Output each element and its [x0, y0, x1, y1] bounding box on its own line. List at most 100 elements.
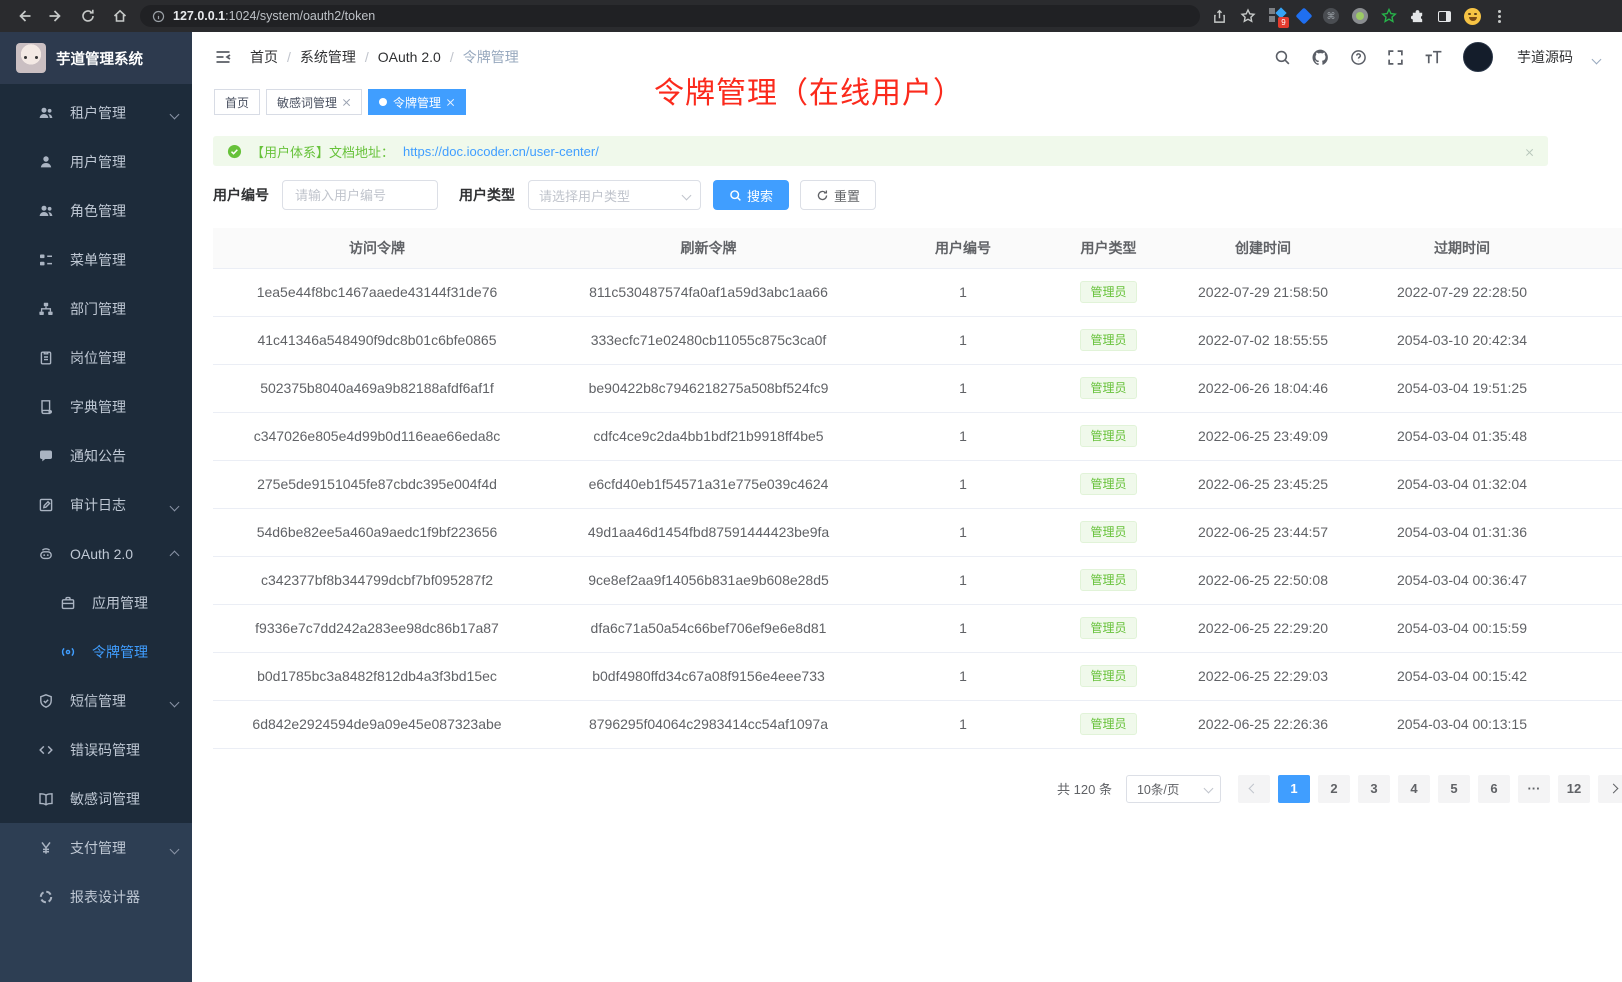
tab-home[interactable]: 首页	[214, 89, 260, 115]
extension-gem-icon[interactable]	[1296, 8, 1313, 25]
next-page-button[interactable]	[1598, 775, 1622, 803]
chevron-down-icon	[171, 693, 178, 709]
tab-sensitive-word[interactable]: 敏感词管理	[266, 89, 362, 115]
sidebar-item-token-mgmt[interactable]: 令牌管理	[0, 627, 192, 676]
extension-record-icon[interactable]	[1352, 8, 1368, 24]
user-avatar[interactable]	[1463, 42, 1493, 72]
page-more-button[interactable]: ···	[1518, 775, 1550, 803]
col-created: 创建时间	[1167, 228, 1359, 268]
chevron-down-icon	[171, 105, 178, 121]
reload-icon[interactable]	[80, 8, 96, 24]
prev-page-button[interactable]	[1238, 775, 1270, 803]
page-button-12[interactable]: 12	[1558, 775, 1590, 803]
sidebar-item-menu-mgmt[interactable]: 菜单管理	[0, 235, 192, 284]
sidebar-item-notice[interactable]: 通知公告	[0, 431, 192, 480]
sidebar-item-label: 字典管理	[70, 397, 126, 417]
sidebar-item-user[interactable]: 用户管理	[0, 137, 192, 186]
site-info-icon[interactable]	[152, 10, 165, 23]
cell-refresh-token: 9ce8ef2aa9f14056b831ae9b608e28d5	[541, 556, 876, 604]
sidebar-item-label: 用户管理	[70, 152, 126, 172]
fullscreen-icon[interactable]	[1387, 49, 1404, 66]
table-row: 502375b8040a469a9b82188afdf6af1f be90422…	[213, 364, 1622, 412]
extension-grid-icon[interactable]: 9	[1269, 8, 1285, 24]
collapse-sidebar-icon[interactable]	[214, 48, 232, 66]
extension-star-icon[interactable]	[1381, 8, 1397, 24]
font-size-icon[interactable]	[1424, 49, 1443, 66]
sidebar-item-label: 角色管理	[70, 201, 126, 221]
tree-list-icon	[38, 252, 54, 268]
sidebar-item-dict[interactable]: 字典管理	[0, 382, 192, 431]
sidebar: 芋道管理系统 租户管理 用户管理 角色管理 菜单管理 部门管理	[0, 32, 192, 982]
share-icon[interactable]	[1212, 9, 1227, 24]
user-type-tag: 管理员	[1080, 281, 1136, 303]
app-logo[interactable]: 芋道管理系统	[0, 32, 192, 84]
chat-bubble-icon	[38, 448, 54, 464]
breadcrumb-home[interactable]: 首页	[250, 47, 278, 67]
sidebar-item-label: 应用管理	[92, 593, 148, 613]
tab-token-mgmt[interactable]: 令牌管理	[368, 89, 466, 115]
cell-created: 2022-06-25 23:44:57	[1167, 508, 1359, 556]
sidebar-item-audit-log[interactable]: 审计日志	[0, 480, 192, 529]
app-title: 芋道管理系统	[56, 48, 143, 69]
chevron-down-icon	[171, 840, 178, 856]
github-icon[interactable]	[1311, 48, 1330, 67]
browser-profile-avatar[interactable]	[1464, 8, 1481, 25]
extension-command-icon[interactable]: ⌘	[1323, 8, 1339, 24]
user-caret-icon[interactable]	[1593, 50, 1600, 68]
search-button[interactable]: 搜索	[713, 180, 789, 210]
sidebar-item-report-designer[interactable]: 报表设计器	[0, 872, 192, 921]
yen-icon	[38, 840, 54, 856]
browser-nav	[10, 8, 128, 24]
sidebar-item-dept[interactable]: 部门管理	[0, 284, 192, 333]
user-name[interactable]: 芋道源码	[1517, 47, 1573, 67]
help-icon[interactable]	[1350, 49, 1367, 66]
cell-refresh-token: b0df4980ffd34c67a08f9156e4eee733	[541, 652, 876, 700]
doc-link[interactable]: https://doc.iocoder.cn/user-center/	[403, 144, 599, 159]
breadcrumb-system[interactable]: 系统管理	[300, 47, 356, 67]
sidebar-item-sensitive-word[interactable]: 敏感词管理	[0, 774, 192, 823]
page-button-6[interactable]: 6	[1478, 775, 1510, 803]
cell-user-id: 1	[876, 412, 1050, 460]
open-book-icon	[38, 791, 54, 807]
chevron-up-icon	[171, 546, 178, 562]
user-id-input[interactable]	[282, 180, 438, 210]
sidebar-item-role[interactable]: 角色管理	[0, 186, 192, 235]
forward-icon[interactable]	[48, 8, 64, 24]
cell-created: 2022-06-26 18:04:46	[1167, 364, 1359, 412]
reset-button[interactable]: 重置	[800, 180, 876, 210]
cell-expires: 2054-03-04 19:51:25	[1359, 364, 1565, 412]
extensions-puzzle-icon[interactable]	[1410, 9, 1425, 24]
sidebar-item-post[interactable]: 岗位管理	[0, 333, 192, 382]
breadcrumb-oauth[interactable]: OAuth 2.0	[378, 49, 441, 65]
col-expires: 过期时间	[1359, 228, 1565, 268]
bookmark-star-icon[interactable]	[1240, 8, 1256, 24]
search-icon[interactable]	[1274, 49, 1291, 66]
alert-close-icon[interactable]	[1526, 144, 1534, 159]
sidebar-item-oauth2[interactable]: OAuth 2.0	[0, 529, 192, 578]
page-button-5[interactable]: 5	[1438, 775, 1470, 803]
cell-expires: 2054-03-04 01:31:36	[1359, 508, 1565, 556]
main-area: 令牌管理（在线用户） 首页 / 系统管理 / OAuth 2.0 / 令牌管理 …	[192, 32, 1622, 982]
col-actions: 操作	[1565, 228, 1622, 268]
back-icon[interactable]	[16, 8, 32, 24]
cell-created: 2022-07-02 18:55:55	[1167, 316, 1359, 364]
page-button-1[interactable]: 1	[1278, 775, 1310, 803]
user-type-select[interactable]: 请选择用户类型	[528, 180, 701, 210]
sidebar-item-tenant[interactable]: 租户管理	[0, 88, 192, 137]
close-icon[interactable]	[447, 98, 455, 106]
page-button-3[interactable]: 3	[1358, 775, 1390, 803]
sidebar-item-payment[interactable]: 支付管理	[0, 823, 192, 872]
sidebar-item-error-code[interactable]: 错误码管理	[0, 725, 192, 774]
close-icon[interactable]	[343, 98, 351, 106]
page-button-2[interactable]: 2	[1318, 775, 1350, 803]
sidebar-item-app-mgmt[interactable]: 应用管理	[0, 578, 192, 627]
url-bar[interactable]: 127.0.0.1:1024/system/oauth2/token	[140, 5, 1200, 27]
home-icon[interactable]	[112, 8, 128, 24]
page-button-4[interactable]: 4	[1398, 775, 1430, 803]
side-panel-icon[interactable]	[1438, 11, 1451, 22]
sidebar-item-sms[interactable]: 短信管理	[0, 676, 192, 725]
browser-menu-icon[interactable]	[1498, 15, 1501, 18]
page-size-select[interactable]: 10条/页	[1126, 775, 1221, 803]
cell-expires: 2054-03-04 00:36:47	[1359, 556, 1565, 604]
cell-access-token: 41c41346a548490f9dc8b01c6bfe0865	[213, 316, 541, 364]
